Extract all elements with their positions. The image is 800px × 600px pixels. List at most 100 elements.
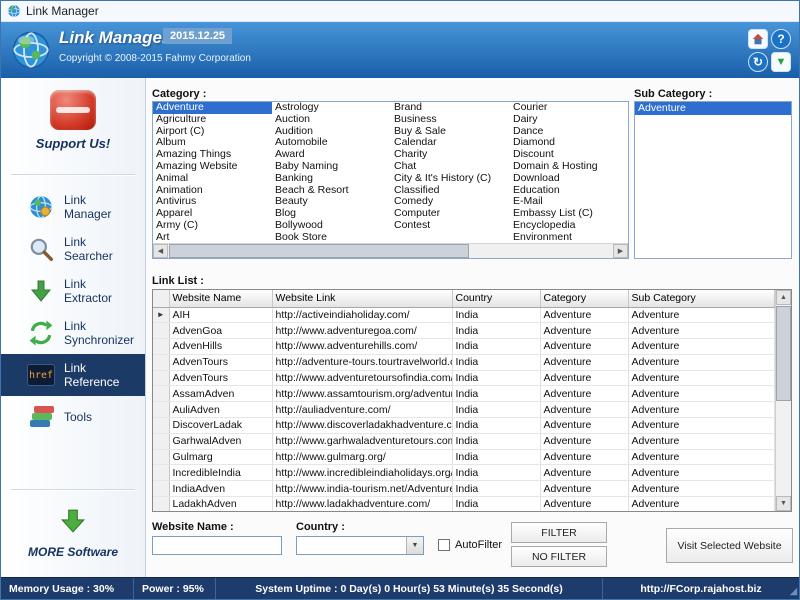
category-item[interactable]: Buy & Sale: [391, 126, 510, 138]
category-item[interactable]: Animation: [153, 185, 272, 197]
category-item[interactable]: Beauty: [272, 196, 391, 208]
category-item[interactable]: Award: [272, 149, 391, 161]
category-item[interactable]: Adventure: [153, 102, 272, 114]
table-row[interactable]: Gulmarg http://www.gulmarg.org/India Adven…: [153, 449, 775, 466]
category-item[interactable]: Computer: [391, 208, 510, 220]
sidebar-item-tools[interactable]: Tools: [1, 396, 145, 438]
scroll-right-icon[interactable]: ▶: [613, 244, 628, 258]
table-row[interactable]: LadakhAdven http://www.ladakhadventure.co…: [153, 496, 775, 511]
category-item[interactable]: Dairy: [510, 114, 628, 126]
category-item[interactable]: Brand: [391, 102, 510, 114]
table-row[interactable]: AdvenGoa http://www.adventuregoa.com/Indi…: [153, 322, 775, 340]
category-item[interactable]: Discount: [510, 149, 628, 161]
category-item[interactable]: Amazing Things: [153, 149, 272, 161]
category-item[interactable]: Antivirus: [153, 196, 272, 208]
column-header[interactable]: Website Link: [272, 290, 453, 308]
table-row[interactable]: IncredibleIndia http://www.incredibleindi…: [153, 464, 775, 482]
category-item[interactable]: Astrology: [272, 102, 391, 114]
category-item[interactable]: Blog: [272, 208, 391, 220]
sidebar-item-link-extractor[interactable]: Link Extractor: [1, 270, 145, 312]
table-row[interactable]: DiscoverLadak http://www.discoverladakhad…: [153, 417, 775, 434]
subcategory-listbox[interactable]: Adventure: [634, 101, 792, 259]
table-row[interactable]: AdvenHills http://www.adventurehills.com/…: [153, 338, 775, 355]
category-item[interactable]: Baby Naming: [272, 161, 391, 173]
category-item[interactable]: City & It's History (C): [391, 173, 510, 185]
category-item[interactable]: Download: [510, 173, 628, 185]
table-row[interactable]: GarhwalAdven http://www.garhwaladventuret…: [153, 433, 775, 450]
sidebar-item-link-reference[interactable]: href Link Reference: [1, 354, 145, 396]
support-us[interactable]: Support Us!: [1, 90, 145, 151]
category-item[interactable]: Contest: [391, 220, 510, 232]
category-item[interactable]: Calendar: [391, 137, 510, 149]
help-icon[interactable]: ?: [771, 29, 791, 49]
category-item[interactable]: Banking: [272, 173, 391, 185]
subcategory-item[interactable]: Adventure: [635, 102, 791, 115]
category-item[interactable]: Education: [510, 185, 628, 197]
category-item[interactable]: Animal: [153, 173, 272, 185]
sidebar-item-link-searcher[interactable]: Link Searcher: [1, 228, 145, 270]
category-item[interactable]: Domain & Hosting: [510, 161, 628, 173]
category-item[interactable]: Art: [153, 232, 272, 243]
vscroll-thumb[interactable]: [776, 306, 791, 401]
category-item[interactable]: Airport (C): [153, 126, 272, 138]
dropdown-arrow-icon[interactable]: ▼: [406, 537, 423, 554]
category-item[interactable]: Business: [391, 114, 510, 126]
website-name-input[interactable]: [152, 536, 282, 555]
table-row[interactable]: AdvenTours http://adventure-tours.tourtra…: [153, 354, 775, 371]
category-item[interactable]: Charity: [391, 149, 510, 161]
category-item[interactable]: Audition: [272, 126, 391, 138]
sidebar-item-link-manager[interactable]: Link Manager: [1, 186, 145, 228]
visit-selected-website-button[interactable]: Visit Selected Website: [666, 528, 793, 563]
resize-grip[interactable]: ◢: [790, 586, 797, 597]
filter-button[interactable]: FILTER: [511, 522, 607, 543]
category-item[interactable]: Environment: [510, 232, 628, 243]
category-item[interactable]: Amazing Website: [153, 161, 272, 173]
table-row[interactable]: IndiaAdven http://www.india-tourism.net/A…: [153, 480, 775, 498]
category-item[interactable]: Automobile: [272, 137, 391, 149]
sync-icon[interactable]: ↻: [748, 52, 768, 72]
category-item[interactable]: Diamond: [510, 137, 628, 149]
category-item[interactable]: Bollywood: [272, 220, 391, 232]
column-header[interactable]: Sub Category: [628, 290, 775, 308]
category-item[interactable]: Classified: [391, 185, 510, 197]
category-item[interactable]: Comedy: [391, 196, 510, 208]
scroll-down-icon[interactable]: ▼: [776, 496, 791, 511]
category-item[interactable]: Agriculture: [153, 114, 272, 126]
autofilter-checkbox[interactable]: [438, 539, 450, 551]
table-row[interactable]: ► AIH http://activeindiaholiday.com/India A…: [153, 307, 775, 324]
category-hscrollbar[interactable]: ◀ ▶: [153, 243, 628, 258]
category-item[interactable]: Book Store: [272, 232, 391, 243]
autofilter-toggle[interactable]: AutoFilter: [438, 539, 502, 551]
scroll-up-icon[interactable]: ▲: [776, 290, 791, 305]
table-cell: Adventure: [628, 338, 775, 355]
category-item[interactable]: Beach & Resort: [272, 185, 391, 197]
country-dropdown[interactable]: ▼: [296, 536, 424, 555]
table-cell: Adventure: [628, 322, 775, 340]
download-icon[interactable]: ▼: [771, 52, 791, 72]
category-item[interactable]: Courier: [510, 102, 628, 114]
category-item[interactable]: Dance: [510, 126, 628, 138]
more-software[interactable]: MORE Software: [1, 508, 145, 559]
link-table-vscrollbar[interactable]: ▲ ▼: [775, 290, 791, 511]
category-item[interactable]: Album: [153, 137, 272, 149]
sidebar-item-link-synchronizer[interactable]: Link Synchronizer: [1, 312, 145, 354]
scroll-left-icon[interactable]: ◀: [153, 244, 168, 258]
table-row[interactable]: AuliAdven http://auliadventure.com/India A…: [153, 401, 775, 419]
column-header[interactable]: Website Name: [169, 290, 273, 308]
column-header[interactable]: Category: [540, 290, 629, 308]
category-item[interactable]: Army (C): [153, 220, 272, 232]
table-row[interactable]: AssamAdven http://www.assamtourism.org/ad…: [153, 385, 775, 403]
category-item[interactable]: Embassy List (C): [510, 208, 628, 220]
category-item[interactable]: Encyclopedia: [510, 220, 628, 232]
column-header[interactable]: Country: [452, 290, 541, 308]
home-icon[interactable]: [748, 29, 768, 49]
category-item[interactable]: E-Mail: [510, 196, 628, 208]
statusbar-url[interactable]: http://FCorp.rajahost.biz ◢: [603, 578, 799, 599]
no-filter-button[interactable]: NO FILTER: [511, 546, 607, 567]
category-listbox[interactable]: Adventure Agriculture Airport (C) Album Amaz…: [152, 101, 629, 259]
table-row[interactable]: AdvenTours http://www.adventuretoursofind…: [153, 370, 775, 387]
category-item[interactable]: Chat: [391, 161, 510, 173]
category-item[interactable]: Apparel: [153, 208, 272, 220]
category-item[interactable]: Auction: [272, 114, 391, 126]
hscroll-thumb[interactable]: [169, 244, 469, 258]
